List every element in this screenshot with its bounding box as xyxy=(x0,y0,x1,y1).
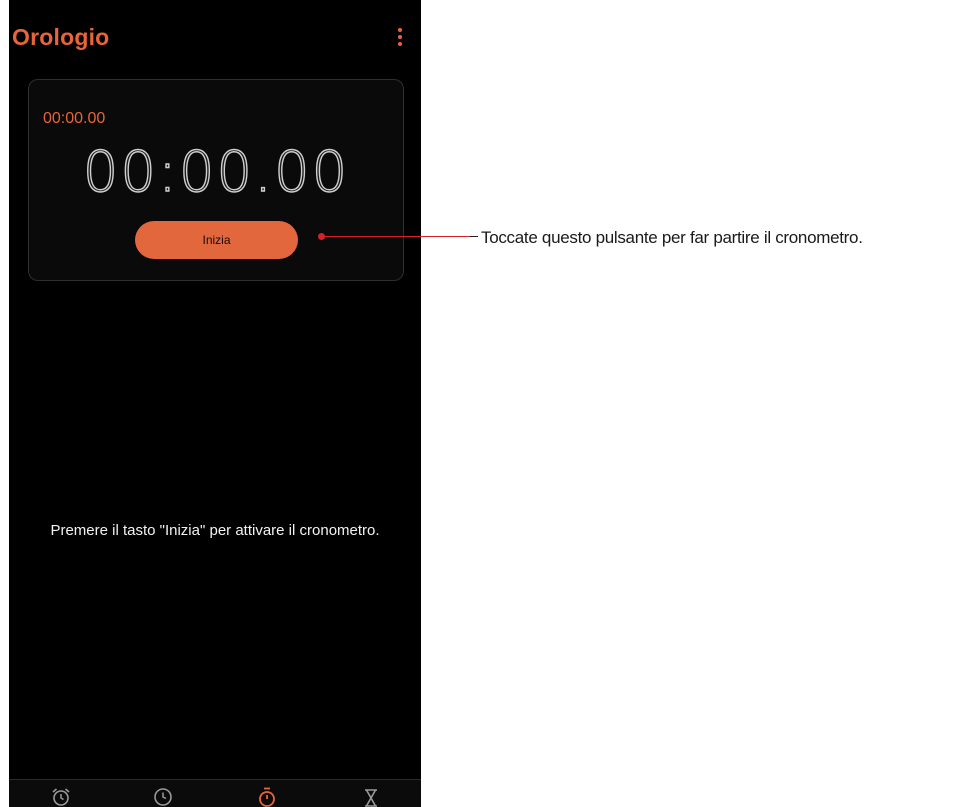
phone-screen: Orologio 00:00.00 00:00.00 Inizia Premer… xyxy=(9,0,421,807)
callout-tick xyxy=(470,236,478,237)
bottom-nav xyxy=(9,779,421,807)
start-button[interactable]: Inizia xyxy=(135,221,298,259)
callout-text: Toccate questo pulsante per far partire … xyxy=(481,228,863,247)
clock-icon xyxy=(154,788,172,806)
app-bar: Orologio xyxy=(9,0,421,76)
nav-stopwatch[interactable] xyxy=(252,786,282,807)
callout-line xyxy=(322,236,478,237)
timer-hourglass-icon xyxy=(365,789,377,807)
alarm-icon xyxy=(52,788,70,806)
stopwatch-time: 00:00.00 xyxy=(82,139,350,205)
nav-alarm[interactable] xyxy=(46,786,76,807)
lap-time: 00:00.00 xyxy=(43,110,106,127)
nav-timer[interactable] xyxy=(356,786,386,807)
app-title: Orologio xyxy=(12,24,110,50)
menu-dot xyxy=(398,42,402,46)
hint-text: Premere il tasto "Inizia" per attivare i… xyxy=(50,522,380,539)
nav-clock[interactable] xyxy=(148,786,178,807)
more-vert-icon[interactable] xyxy=(393,26,407,48)
stopwatch-card: 00:00.00 00:00.00 Inizia xyxy=(28,79,404,281)
menu-dot xyxy=(398,28,402,32)
manual-page: Orologio 00:00.00 00:00.00 Inizia Premer… xyxy=(0,0,953,807)
menu-dot xyxy=(398,35,402,39)
stopwatch-icon xyxy=(259,787,275,807)
